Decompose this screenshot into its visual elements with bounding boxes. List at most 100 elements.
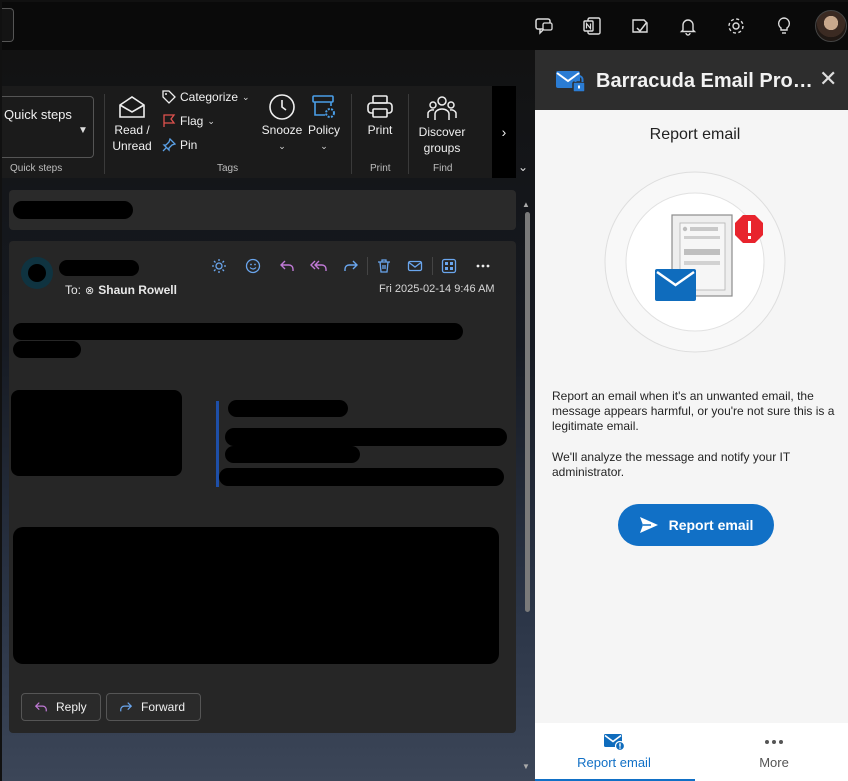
sender-avatar[interactable]	[21, 257, 53, 289]
to-line: To: ⊗ Shaun Rowell	[65, 283, 177, 297]
ribbon-divider	[351, 94, 352, 174]
tag-icon	[162, 90, 176, 104]
quick-steps-dropdown[interactable]: Quick steps ▼	[2, 96, 94, 158]
onenote-icon[interactable]	[580, 14, 604, 38]
message-scrollbar[interactable]	[524, 212, 530, 612]
pin-icon	[162, 138, 176, 152]
window-frame: Quick steps ▼ Quick steps Read / Unread …	[0, 0, 848, 781]
policy-button[interactable]: Policy ⌄	[304, 92, 344, 154]
print-label: Print	[367, 123, 393, 137]
action-divider	[367, 257, 368, 275]
chevron-down-icon: ⌄	[320, 141, 328, 151]
people-icon	[414, 92, 470, 124]
my-day-icon[interactable]	[628, 14, 652, 38]
more-actions-icon[interactable]	[473, 256, 493, 276]
mail-alert-icon	[535, 731, 693, 753]
group-label-find: Find	[433, 163, 453, 174]
feedback-icon[interactable]	[532, 14, 556, 38]
panel-notice: We'll analyze the message and notify you…	[552, 450, 790, 479]
flag-icon	[163, 114, 176, 127]
panel-header: Barracuda Email Prot... ✕	[535, 50, 848, 110]
scroll-up-arrow-icon[interactable]: ▲	[522, 200, 530, 209]
send-icon	[639, 517, 658, 533]
reply-icon	[34, 702, 47, 712]
clock-icon	[260, 92, 304, 122]
report-email-illustration	[604, 171, 786, 353]
add-in-panel: Barracuda Email Prot... ✕ Report email R…	[535, 50, 848, 781]
tab-more-label: More	[759, 755, 789, 770]
redacted-body-block	[13, 527, 499, 664]
delete-icon[interactable]	[374, 256, 394, 276]
discover-label: Discover	[418, 125, 466, 139]
read-label: Read /	[114, 123, 150, 137]
forward-icon[interactable]	[341, 256, 361, 276]
reply-all-icon[interactable]	[309, 256, 329, 276]
categorize-label: Categorize	[180, 90, 239, 104]
close-icon[interactable]: ✕	[819, 68, 837, 90]
printer-icon	[360, 92, 400, 122]
redacted-subject	[13, 201, 133, 219]
tips-icon[interactable]	[772, 14, 796, 38]
pin-label: Pin	[180, 138, 198, 152]
scroll-thumb[interactable]	[525, 212, 530, 612]
tab-more[interactable]: More	[695, 731, 848, 770]
remove-recipient-icon[interactable]: ⊗	[85, 284, 94, 297]
redacted-signature-line	[228, 400, 348, 417]
reply-button[interactable]: Reply	[21, 693, 101, 721]
scroll-down-arrow-icon[interactable]: ▼	[522, 762, 530, 771]
forward-icon	[120, 702, 133, 712]
panel-footer-tabs: Report email More	[535, 723, 848, 781]
ribbon-collapse-chevron-icon[interactable]: ⌄	[518, 160, 528, 174]
reply-icon[interactable]	[277, 256, 297, 276]
ribbon-divider	[104, 94, 105, 174]
ribbon: Quick steps ▼ Quick steps Read / Unread …	[2, 86, 516, 178]
redacted-signature-line	[219, 468, 504, 486]
mark-unread-icon[interactable]	[405, 256, 425, 276]
notifications-icon[interactable]	[676, 14, 700, 38]
groups-label: groups	[423, 141, 461, 155]
panel-title: Barracuda Email Prot...	[596, 70, 816, 92]
group-label-print: Print	[370, 163, 391, 174]
tab-report-email-label: Report email	[577, 755, 651, 770]
ribbon-scroll-right-button[interactable]: ›	[492, 86, 516, 178]
redacted-body-line	[13, 323, 463, 340]
group-label-quick-steps: Quick steps	[10, 163, 63, 174]
discover-groups-button[interactable]: Discover groups	[414, 92, 470, 156]
settings-icon[interactable]	[724, 14, 748, 38]
chevron-right-icon: ›	[501, 124, 507, 140]
redacted-image	[11, 390, 182, 476]
panel-heading: Report email	[649, 126, 741, 143]
snooze-label: Snooze	[261, 123, 303, 137]
policy-icon	[304, 92, 344, 122]
report-email-button[interactable]: Report email	[618, 504, 774, 546]
categorize-button[interactable]: Categorize ⌄	[162, 90, 250, 104]
action-divider	[432, 257, 433, 275]
summary-sparkle-icon[interactable]	[209, 256, 229, 276]
top-bar	[2, 2, 848, 50]
chevron-down-icon: ⌄	[278, 141, 286, 151]
report-email-button-label: Report email	[668, 517, 754, 533]
ribbon-divider	[408, 94, 409, 174]
read-unread-button[interactable]: Read / Unread	[108, 92, 156, 154]
user-avatar[interactable]	[815, 10, 847, 42]
snooze-button[interactable]: Snooze ⌄	[260, 92, 304, 154]
chevron-down-icon: ▼	[78, 125, 88, 136]
message-card: To: ⊗ Shaun Rowell Fri 2025-02-14 9:46 A…	[9, 241, 516, 733]
print-button[interactable]: Print	[360, 92, 400, 138]
forward-label: Forward	[141, 700, 186, 714]
pin-button[interactable]: Pin	[162, 138, 197, 152]
redacted-sender-name	[59, 260, 139, 276]
flag-button[interactable]: Flag ⌄	[162, 114, 215, 128]
recipient-name[interactable]: Shaun Rowell	[98, 283, 177, 297]
search-box-stub[interactable]	[2, 8, 14, 42]
quick-steps-label: Quick steps	[4, 107, 72, 122]
tab-report-email[interactable]: Report email	[535, 731, 693, 770]
to-label: To:	[65, 283, 82, 297]
group-label-tags: Tags	[217, 163, 239, 174]
emoji-reaction-icon[interactable]	[243, 256, 263, 276]
apps-icon[interactable]	[439, 256, 459, 276]
policy-label: Policy	[307, 123, 340, 137]
forward-button[interactable]: Forward	[106, 693, 201, 721]
envelope-open-icon	[108, 92, 156, 122]
redacted-signature-line	[225, 446, 360, 463]
